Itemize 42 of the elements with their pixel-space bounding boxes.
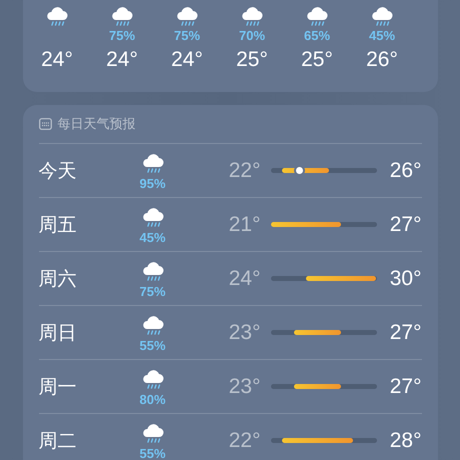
low-temperature: 22° <box>228 158 260 182</box>
rain-chance: 45% <box>139 230 166 246</box>
day-label: 周日 <box>38 322 78 346</box>
low-temperature: 24° <box>228 266 260 290</box>
rain-chance: 55% <box>139 446 166 460</box>
rain-chance: 75% <box>139 284 166 300</box>
hour-temperature: 24° <box>171 48 203 72</box>
hour-temperature: 25° <box>301 48 333 72</box>
high-temperature: 27° <box>390 212 422 236</box>
day-label: 周五 <box>38 214 78 238</box>
high-temperature: 28° <box>390 428 422 452</box>
low-temperature: 21° <box>228 212 260 236</box>
high-temperature: 30° <box>390 266 422 290</box>
day-label: 今天 <box>38 160 78 184</box>
rain-chance: 80% <box>139 392 166 408</box>
rain-chance: 70% <box>238 28 266 44</box>
temperature-range-bar <box>294 330 342 335</box>
rain-chance: 45% <box>368 28 396 44</box>
hour-temperature: 24° <box>41 48 73 72</box>
low-temperature: 23° <box>228 320 260 344</box>
day-label: 周六 <box>38 268 78 292</box>
hour-temperature: 25° <box>236 48 268 72</box>
temperature-range-bar <box>270 222 342 227</box>
temperature-range-bar <box>306 276 376 281</box>
hour-temperature: 24° <box>106 48 138 72</box>
low-temperature: 22° <box>228 428 260 452</box>
high-temperature: 26° <box>390 158 422 182</box>
temperature-range-bar <box>294 384 342 389</box>
hour-temperature: 26° <box>366 48 398 72</box>
daily-forecast-title: 每日天气预报 <box>58 115 136 133</box>
temperature-range-bar <box>282 438 353 443</box>
day-label: 周二 <box>38 430 78 454</box>
high-temperature: 27° <box>390 320 422 344</box>
rain-chance: 65% <box>304 28 330 44</box>
calendar-icon <box>38 118 52 130</box>
rain-chance: 75% <box>108 28 136 44</box>
rain-chance: 95% <box>139 176 166 192</box>
rain-chance: 75% <box>174 28 200 44</box>
low-temperature: 23° <box>228 374 260 398</box>
high-temperature: 27° <box>390 374 422 398</box>
rain-chance: 55% <box>139 338 166 354</box>
day-label: 周一 <box>38 376 78 400</box>
